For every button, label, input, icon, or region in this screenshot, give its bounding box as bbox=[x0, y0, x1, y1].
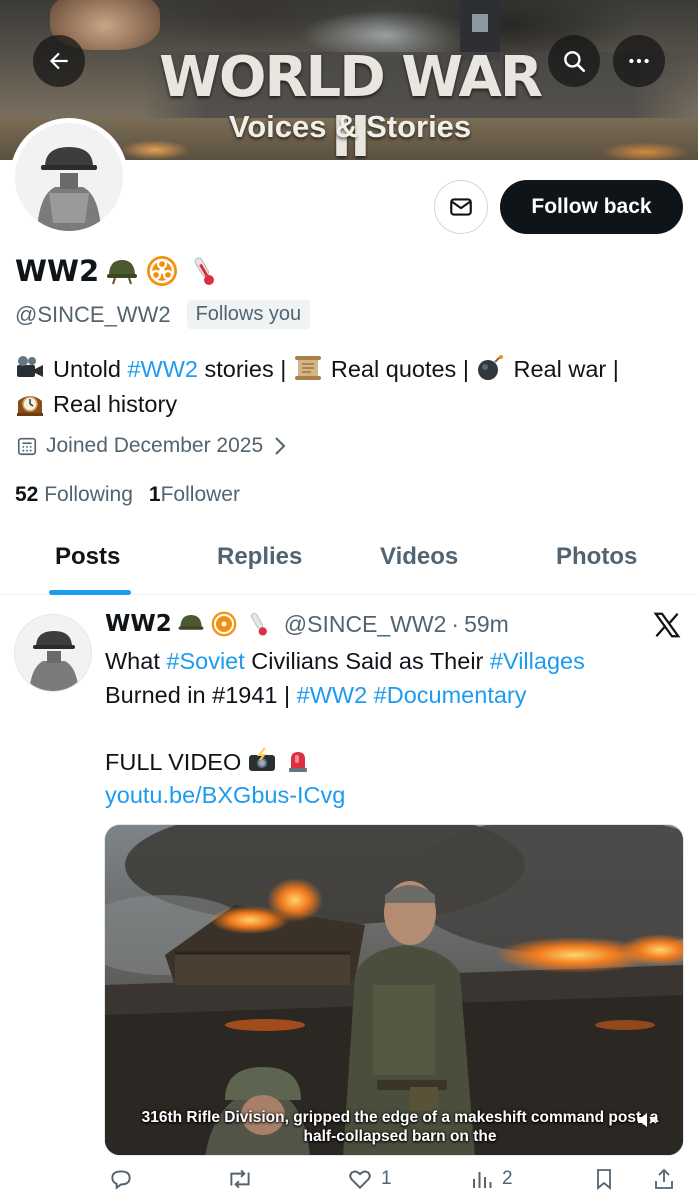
bio-text: stories | bbox=[197, 356, 293, 382]
views-button[interactable]: 2 bbox=[470, 1166, 513, 1192]
biohazard-emoji bbox=[211, 611, 237, 637]
view-count: 2 bbox=[502, 1168, 513, 1189]
post-author-handle[interactable]: @SINCE_WW2 bbox=[284, 611, 447, 638]
post-header: WW2 @SINCE_WW2 · 59m bbox=[105, 610, 509, 638]
chevron-right-icon bbox=[275, 437, 286, 455]
post-separator: · bbox=[451, 610, 460, 637]
envelope-icon bbox=[450, 198, 472, 216]
joined-date[interactable]: Joined December 2025 bbox=[16, 434, 289, 458]
profile-tabs: Posts Replies Videos Photos bbox=[0, 525, 698, 595]
joined-text: Joined December 2025 bbox=[46, 434, 264, 457]
military-helmet-emoji bbox=[107, 260, 138, 285]
bio-text: Real war | bbox=[513, 356, 619, 382]
bio-text: Untold bbox=[53, 356, 128, 382]
message-button[interactable] bbox=[434, 180, 488, 234]
calendar-icon bbox=[17, 437, 37, 456]
x-logo-icon bbox=[653, 612, 681, 638]
more-button[interactable] bbox=[613, 35, 665, 87]
display-name: WW2 bbox=[15, 254, 100, 288]
hashtag-link[interactable]: #Soviet bbox=[166, 648, 244, 674]
post-text-span: FULL VIDEO bbox=[105, 748, 242, 775]
follows-you-badge: Follows you bbox=[186, 300, 311, 329]
police-light-emoji bbox=[289, 751, 308, 772]
bookmark-icon bbox=[597, 1169, 611, 1190]
tab-replies[interactable]: Replies bbox=[217, 543, 302, 571]
like-button[interactable]: 1 bbox=[347, 1166, 392, 1192]
search-icon bbox=[564, 51, 586, 73]
profile-bio: Untold #WW2 stories | Real quotes | Real… bbox=[15, 352, 687, 422]
back-button[interactable] bbox=[33, 35, 85, 87]
tab-posts[interactable]: Posts bbox=[55, 543, 120, 571]
post-time[interactable]: 59m bbox=[464, 611, 509, 638]
bio-text: Real quotes | bbox=[330, 356, 476, 382]
following-count: 52 bbox=[15, 483, 39, 506]
handle-row: @SINCE_WW2 Follows you bbox=[15, 300, 311, 329]
active-tab-indicator bbox=[49, 590, 131, 595]
banner-fire bbox=[600, 142, 690, 160]
muted-speaker-icon[interactable] bbox=[636, 1110, 658, 1130]
post-text-span: What bbox=[105, 648, 167, 674]
camera-flash-emoji bbox=[249, 746, 276, 771]
scroll-emoji bbox=[294, 356, 321, 380]
post-actions: 1 2 bbox=[0, 1166, 698, 1200]
bio-hashtag-link[interactable]: #WW2 bbox=[127, 356, 198, 382]
search-button[interactable] bbox=[548, 35, 600, 87]
mantelpiece-clock-emoji bbox=[17, 396, 43, 416]
thermometer-emoji bbox=[250, 612, 267, 636]
repost-button[interactable] bbox=[226, 1166, 262, 1192]
post-author-name[interactable]: WW2 bbox=[105, 611, 172, 637]
video-link[interactable]: youtu.be/BXGbus-ICvg bbox=[105, 782, 345, 808]
followers-link[interactable]: 1Follower bbox=[149, 483, 240, 507]
following-label: Following bbox=[44, 483, 133, 506]
arrow-left-icon bbox=[49, 52, 68, 70]
banner-subtitle: Voices & Stories bbox=[228, 109, 472, 144]
bomb-emoji bbox=[478, 355, 504, 380]
repost-icon bbox=[230, 1169, 250, 1189]
share-icon bbox=[655, 1168, 673, 1189]
post-text: What #Soviet Civilians Said as Their #Vi… bbox=[105, 645, 690, 813]
followers-label: Follower bbox=[160, 483, 240, 506]
bio-text: Real history bbox=[53, 391, 178, 417]
biohazard-emoji bbox=[147, 256, 178, 286]
thermometer-emoji bbox=[194, 257, 215, 285]
hashtag-link[interactable]: #WW2 bbox=[297, 682, 368, 708]
tab-photos[interactable]: Photos bbox=[556, 543, 637, 571]
reply-icon bbox=[111, 1170, 131, 1190]
post-text-span: Burned in #1941 | bbox=[105, 681, 297, 708]
profile-name-row: WW2 bbox=[15, 254, 219, 288]
video-caption: 316th Rifle Division, gripped the edge o… bbox=[141, 1109, 659, 1145]
views-chart-icon bbox=[473, 1172, 492, 1188]
reply-button[interactable] bbox=[108, 1166, 142, 1192]
profile-handle: @SINCE_WW2 bbox=[15, 301, 171, 327]
follow-stats: 52 Following 1Follower bbox=[15, 483, 240, 507]
more-horizontal-icon bbox=[629, 58, 649, 64]
followers-count: 1 bbox=[148, 483, 161, 506]
soldier-avatar-image bbox=[15, 123, 123, 231]
soldier-avatar-image bbox=[15, 615, 91, 691]
following-link[interactable]: 52 Following bbox=[15, 483, 133, 507]
like-count: 1 bbox=[381, 1168, 392, 1189]
tab-videos[interactable]: Videos bbox=[380, 543, 458, 571]
banner-tower-window bbox=[472, 14, 488, 32]
post-video[interactable] bbox=[104, 824, 684, 1156]
profile-avatar[interactable] bbox=[10, 118, 128, 236]
hashtag-link[interactable]: #Documentary bbox=[374, 682, 527, 708]
military-helmet-emoji bbox=[178, 614, 204, 630]
hashtag-link[interactable]: #Villages bbox=[490, 648, 585, 674]
post-text-span: Civilians Said as Their bbox=[244, 648, 490, 674]
follow-back-button[interactable]: Follow back bbox=[500, 180, 683, 234]
post-author-avatar[interactable] bbox=[14, 614, 92, 692]
burning-village-video-frame bbox=[105, 825, 683, 1155]
bookmark-button[interactable] bbox=[592, 1166, 616, 1192]
heart-icon bbox=[349, 1170, 371, 1190]
share-button[interactable] bbox=[652, 1166, 676, 1192]
movie-camera-emoji bbox=[17, 356, 43, 377]
